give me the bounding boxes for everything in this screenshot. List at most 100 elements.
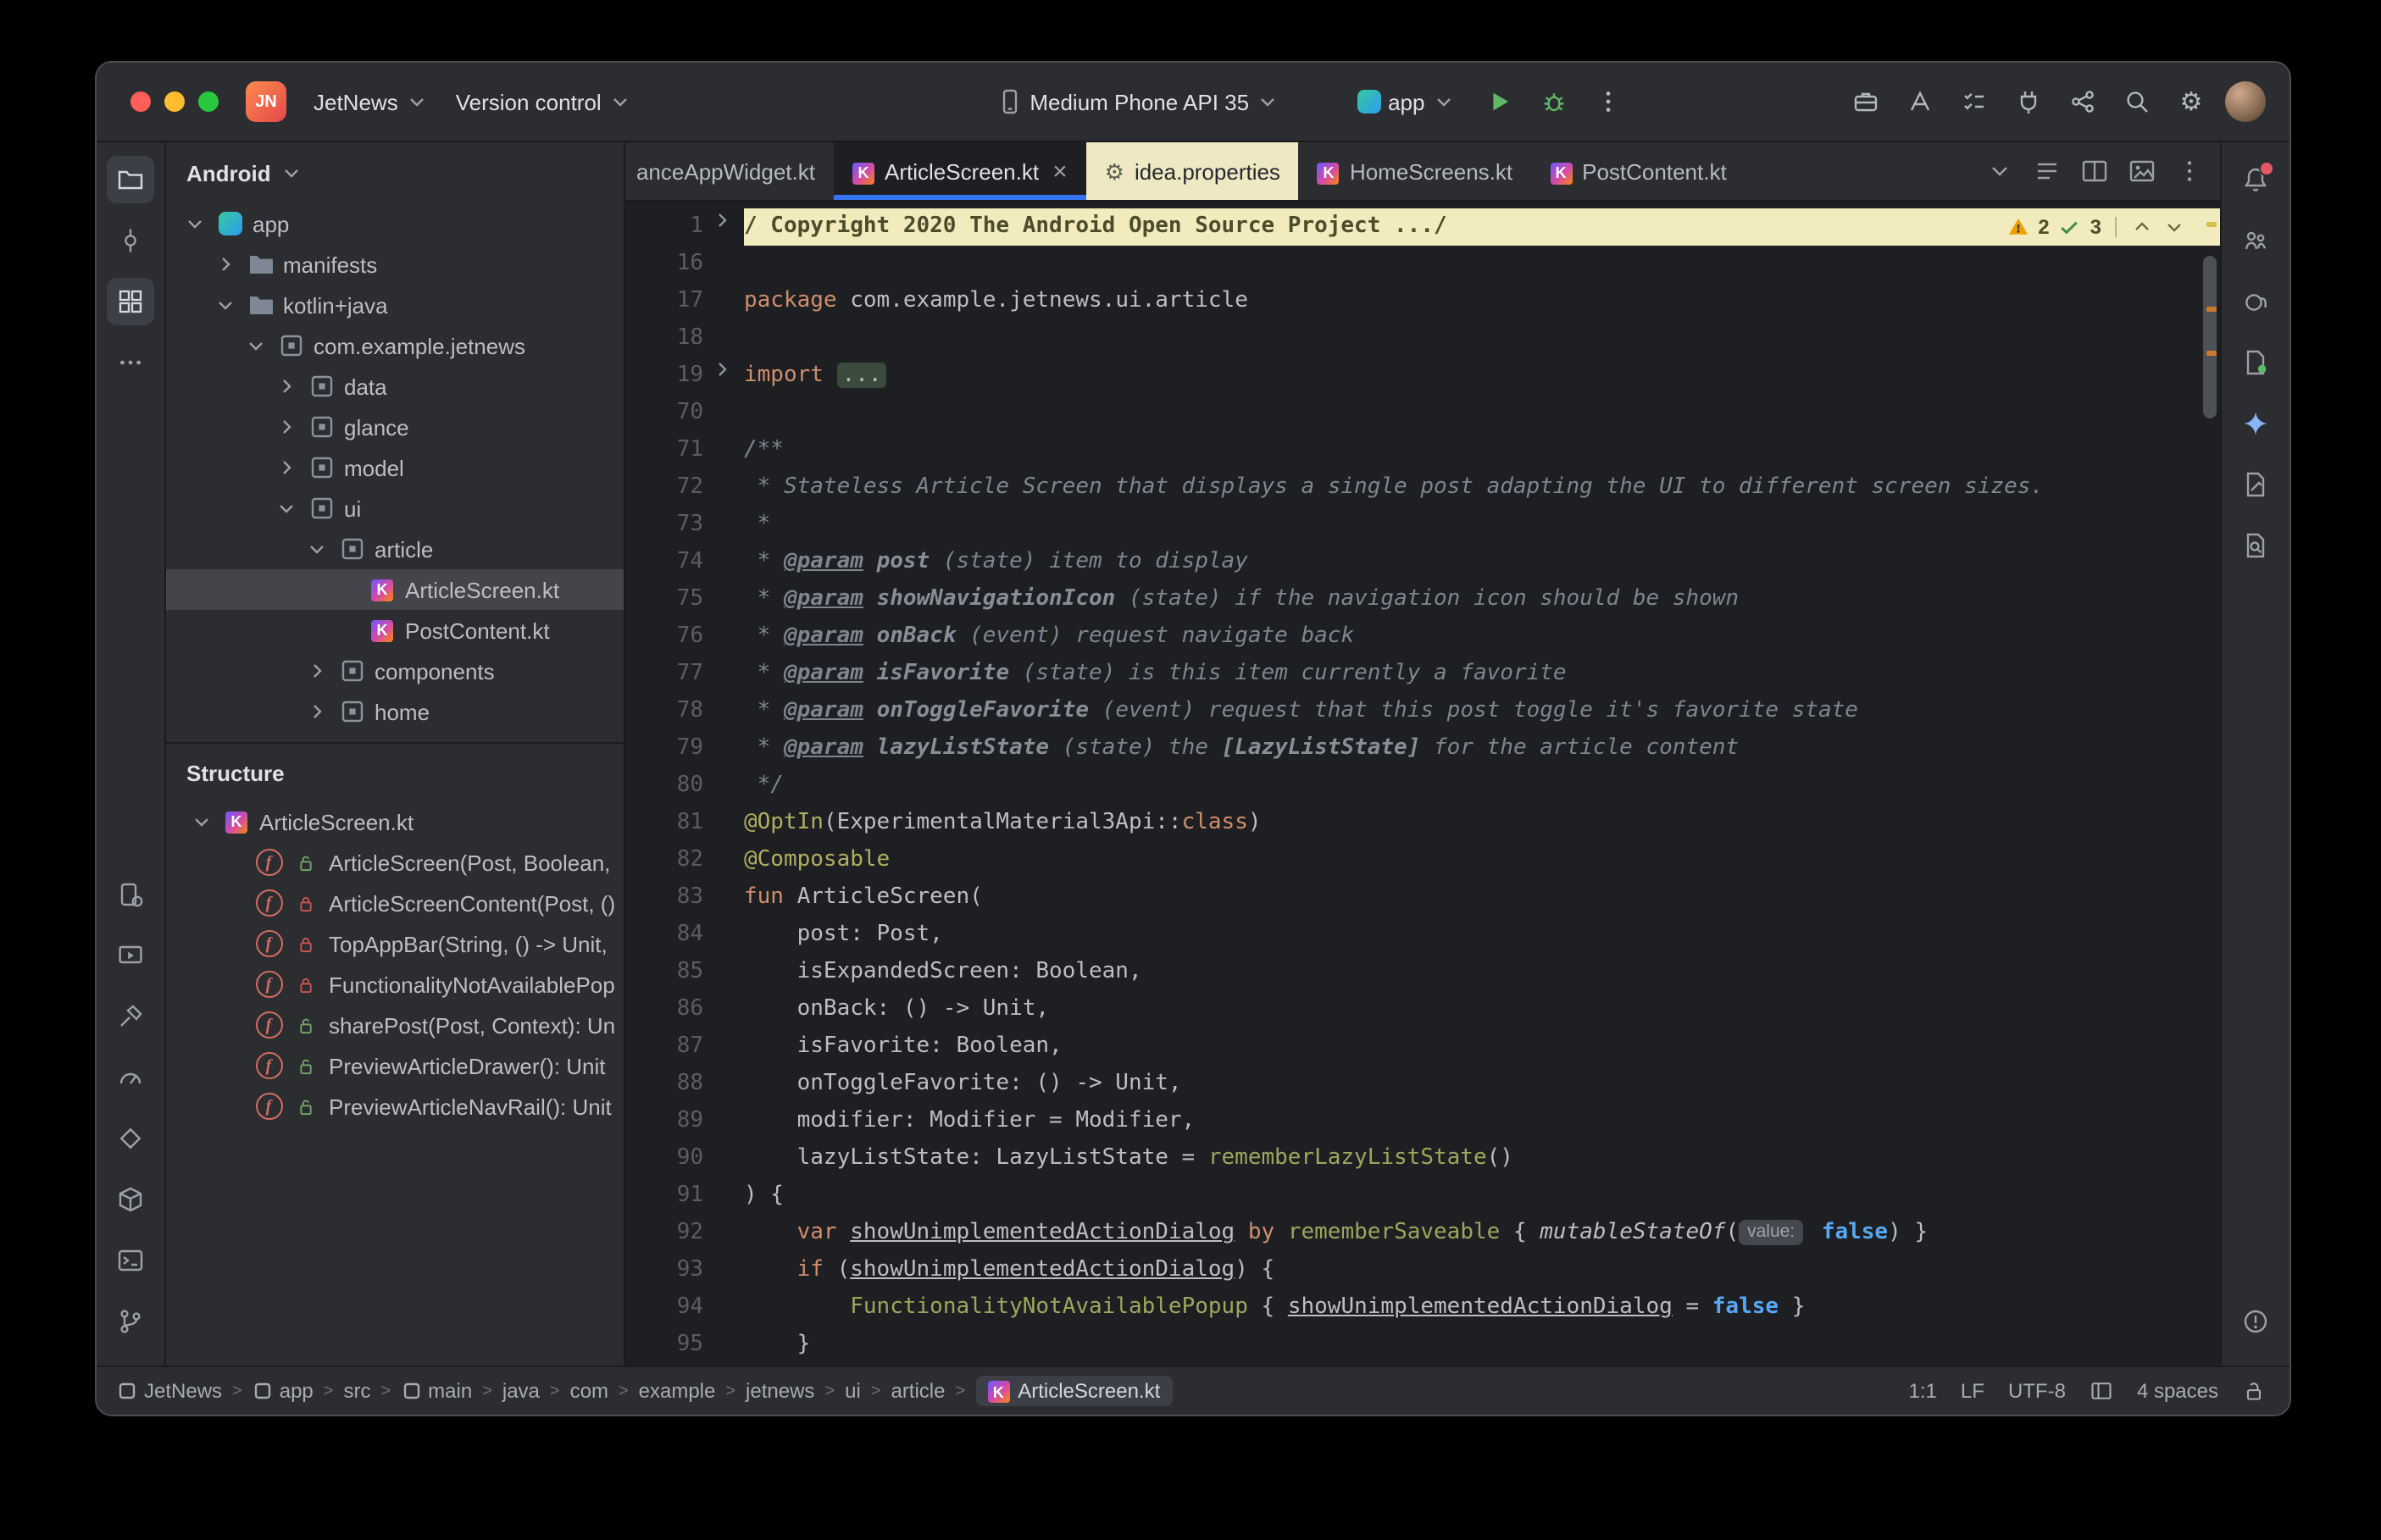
search-icon[interactable] [2113, 78, 2161, 125]
structure-item-topappbar-string-unit[interactable]: f TopAppBar(String, () -> Unit, [166, 923, 624, 964]
project-tree-item-components[interactable]: components [166, 651, 624, 691]
chevron-down-icon[interactable] [244, 334, 268, 357]
project-tree-item-glance[interactable]: glance [166, 407, 624, 447]
editor-scrollbar[interactable] [2201, 208, 2218, 1366]
more-tool-window-icon[interactable] [107, 339, 154, 386]
structure-item-previewarticlenavrail-unit[interactable]: f PreviewArticleNavRail(): Unit [166, 1086, 624, 1127]
gemini-icon[interactable] [2232, 400, 2279, 447]
file-writable-icon[interactable] [2242, 1379, 2266, 1403]
commit-tool-window-icon[interactable] [107, 217, 154, 264]
structure-item-articlescreencontent-post[interactable]: f ArticleScreenContent(Post, () [166, 883, 624, 923]
structure-item-sharepost-post-context-un[interactable]: f sharePost(Post, Context): Un [166, 1005, 624, 1045]
chevron-right-icon[interactable] [275, 415, 298, 439]
project-tree-item-model[interactable]: model [166, 447, 624, 488]
inspections-widget[interactable]: 2 3 [2006, 208, 2186, 246]
tab-articlescreen-kt[interactable]: K ArticleScreen.kt × [834, 142, 1086, 200]
tab-homescreens-kt[interactable]: K HomeScreens.kt [1299, 142, 1531, 200]
breadcrumb-com[interactable]: com [570, 1379, 608, 1403]
layout-inspector-icon[interactable] [2232, 461, 2279, 508]
structure-item-articlescreen-post-boolean[interactable]: f ArticleScreen(Post, Boolean, [166, 842, 624, 883]
project-tree-item-data[interactable]: data [166, 366, 624, 407]
tab-idea-properties[interactable]: ⚙ idea.properties [1085, 142, 1299, 200]
project-tree-item-home[interactable]: home [166, 691, 624, 732]
toolbox-icon[interactable] [1842, 78, 1890, 125]
previous-problem-icon[interactable] [2130, 215, 2154, 239]
fold-marker-icon[interactable] [710, 208, 744, 246]
editor-layout-icon[interactable] [2090, 1379, 2113, 1403]
project-tool-window-icon[interactable] [107, 156, 154, 203]
structure-item-functionalitynotavailablepop[interactable]: f FunctionalityNotAvailablePop [166, 964, 624, 1005]
project-view-selector[interactable]: Android [166, 142, 624, 203]
project-tree-item-articlescreen-kt[interactable]: K ArticleScreen.kt [166, 569, 624, 610]
settings-icon[interactable]: ⚙ [2167, 78, 2215, 125]
chevron-down-icon[interactable] [275, 496, 298, 520]
more-run-options-kebab-icon[interactable] [1584, 78, 1631, 125]
project-tree-item-ui[interactable]: ui [166, 488, 624, 529]
structure-tool-window-icon[interactable] [107, 278, 154, 325]
close-tab-icon[interactable]: × [1052, 158, 1068, 184]
scrollbar-thumb[interactable] [2203, 256, 2217, 418]
debug-button[interactable] [1529, 78, 1577, 125]
line-separator[interactable]: LF [1961, 1379, 1984, 1403]
next-problem-icon[interactable] [2162, 215, 2186, 239]
running-devices-icon[interactable] [107, 932, 154, 979]
file-encoding[interactable]: UTF-8 [2008, 1379, 2066, 1403]
notifications-icon[interactable] [2232, 156, 2279, 203]
problems-icon[interactable] [2232, 1298, 2279, 1345]
project-tree-item-app[interactable]: app [166, 203, 624, 244]
breadcrumb-jetnews[interactable]: JetNews [117, 1379, 222, 1403]
emulator-icon[interactable] [107, 1176, 154, 1223]
project-tree-item-manifests[interactable]: manifests [166, 244, 624, 285]
code-with-me-icon[interactable] [2232, 217, 2279, 264]
chevron-down-icon[interactable] [214, 293, 237, 317]
terminal-icon[interactable] [107, 1237, 154, 1284]
preview-icon[interactable] [2128, 158, 2156, 185]
project-tree-item-article[interactable]: article [166, 529, 624, 569]
indent-style[interactable]: 4 spaces [2137, 1379, 2218, 1403]
structure-item-previewarticledrawer-unit[interactable]: f PreviewArticleDrawer(): Unit [166, 1045, 624, 1086]
run-button[interactable] [1475, 78, 1523, 125]
breadcrumb-jetnews[interactable]: jetnews [746, 1379, 814, 1403]
breadcrumb-src[interactable]: src [343, 1379, 370, 1403]
breadcrumb-example[interactable]: example [639, 1379, 716, 1403]
device-manager-icon[interactable] [107, 871, 154, 918]
breadcrumb-ui[interactable]: ui [845, 1379, 861, 1403]
breadcrumb-file-chip[interactable]: K ArticleScreen.kt [975, 1375, 1173, 1407]
code-editor[interactable]: 1 / Copyright 2020 The Android Open Sourc… [625, 202, 2220, 1366]
profiler-icon[interactable] [107, 1054, 154, 1101]
zoom-window-button[interactable] [198, 91, 219, 112]
tab-anceappwidget-kt[interactable]: anceAppWidget.kt [625, 142, 834, 200]
find-icon[interactable] [2232, 522, 2279, 569]
breadcrumb-main[interactable]: main [401, 1379, 472, 1403]
chevron-down-icon[interactable] [190, 810, 214, 834]
chevron-right-icon[interactable] [305, 700, 329, 723]
caret-position[interactable]: 1:1 [1909, 1379, 1937, 1403]
project-tree-item-kotlin-java[interactable]: kotlin+java [166, 285, 624, 325]
close-window-button[interactable] [130, 91, 151, 112]
breadcrumb-java[interactable]: java [502, 1379, 540, 1403]
project-menu[interactable]: JetNews [300, 80, 442, 123]
breadcrumb-app[interactable]: app [253, 1379, 314, 1403]
project-tree-item-com-example-jetnews[interactable]: com.example.jetnews [166, 325, 624, 366]
breadcrumb-article[interactable]: article [891, 1379, 945, 1403]
chevron-right-icon[interactable] [214, 252, 237, 276]
user-avatar[interactable] [2225, 81, 2266, 122]
chevron-down-icon[interactable] [183, 212, 207, 235]
split-editor-icon[interactable] [2081, 158, 2108, 185]
editor-kebab-icon[interactable] [2176, 158, 2203, 185]
chevron-down-icon[interactable] [305, 537, 329, 561]
vcs-menu[interactable]: Version control [442, 80, 646, 123]
version-control-icon[interactable] [107, 1298, 154, 1345]
minimize-window-button[interactable] [164, 91, 185, 112]
structure-root-articlescreen-kt[interactable]: K ArticleScreen.kt [166, 801, 624, 842]
device-selector[interactable]: Medium Phone API 35 [982, 80, 1293, 124]
run-configuration-selector[interactable]: app [1344, 80, 1468, 123]
project-tree-item-postcontent-kt[interactable]: K PostContent.kt [166, 610, 624, 651]
checklist-icon[interactable] [1951, 78, 1998, 125]
chevron-right-icon[interactable] [275, 374, 298, 398]
share-icon[interactable] [2059, 78, 2106, 125]
resource-manager-icon[interactable] [2232, 339, 2279, 386]
tab-postcontent-kt[interactable]: K PostContent.kt [1531, 142, 1746, 200]
build-icon[interactable] [107, 993, 154, 1040]
plugins-icon[interactable] [2005, 78, 2052, 125]
